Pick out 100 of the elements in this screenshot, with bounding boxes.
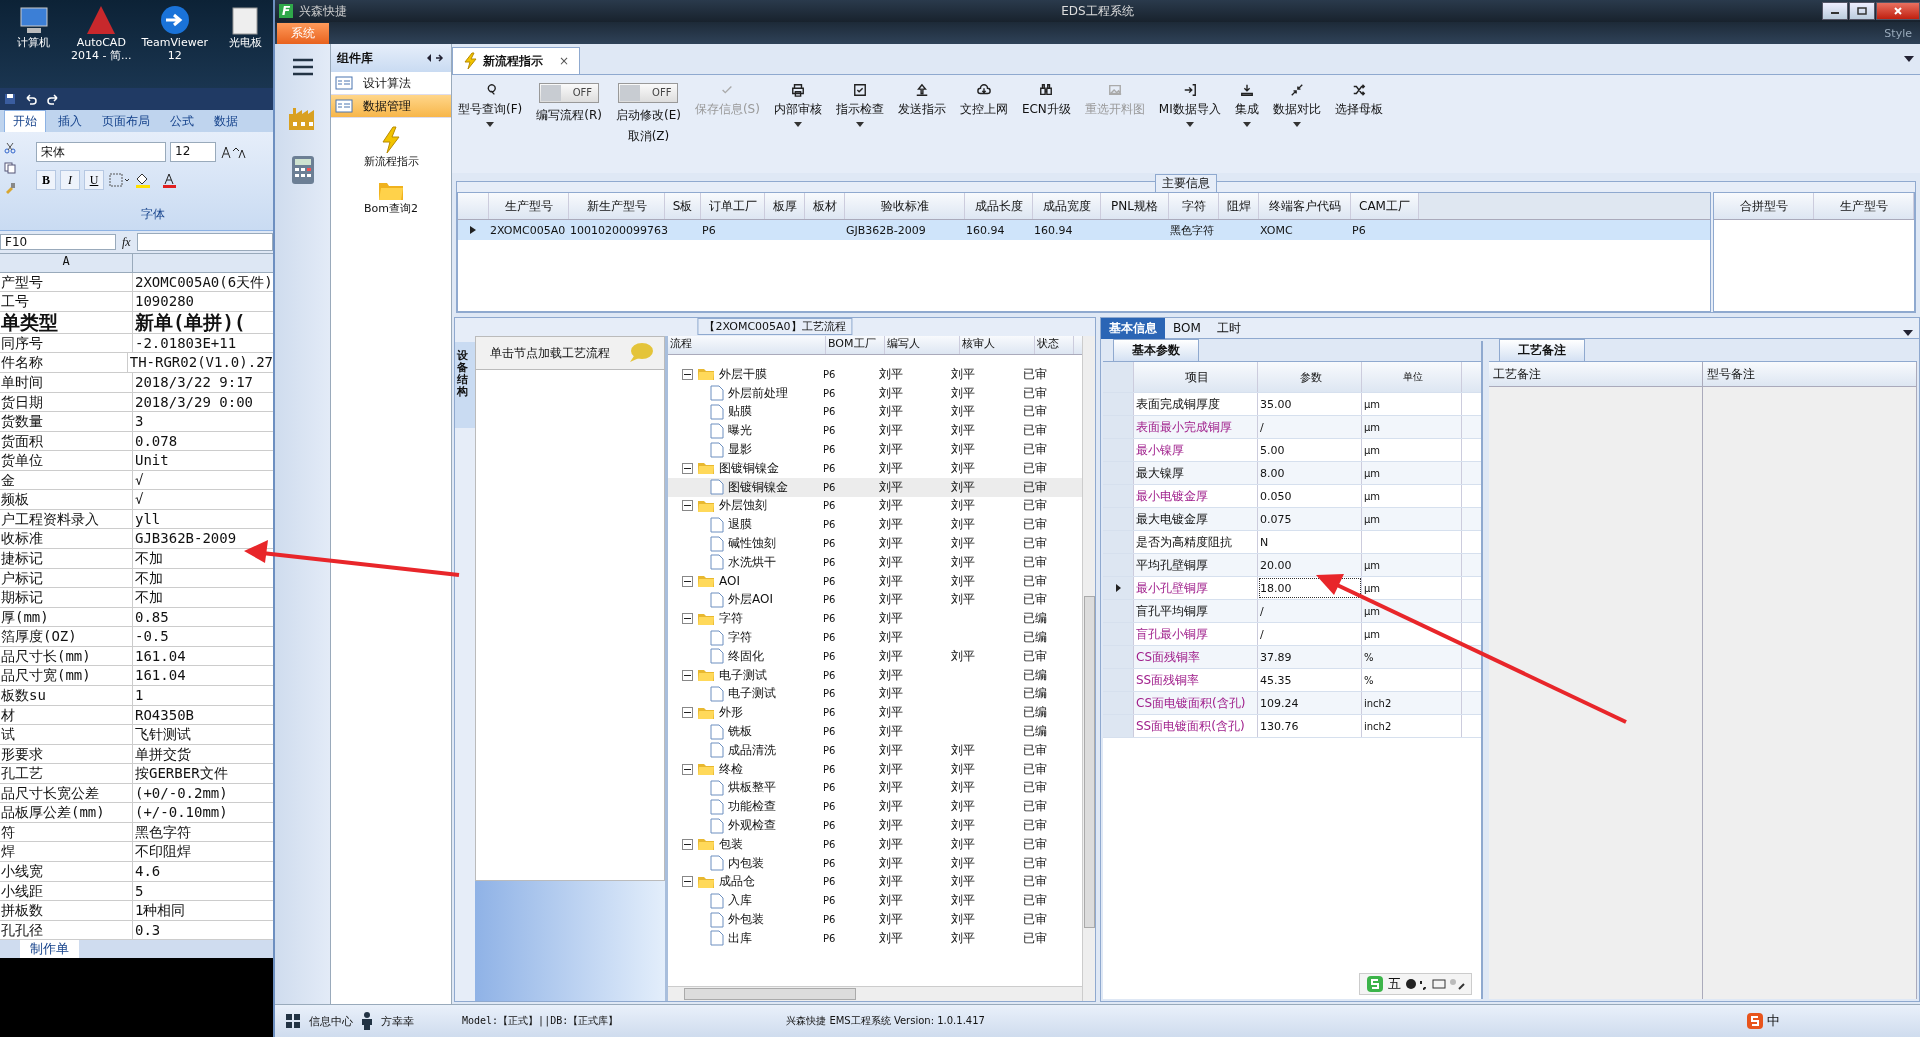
tree-row[interactable]: 终固化 P6 刘平 刘平 已审: [668, 646, 1082, 666]
table-row[interactable]: 2XOMC005A0 10010200099763 P6 GJB362B-2009 160.94 160.94 黑色字符 XOMC P6: [458, 220, 1710, 240]
column-header[interactable]: 型号备注: [1703, 362, 1916, 387]
expand-toggle[interactable]: [682, 500, 693, 512]
scrollbar-thumb[interactable]: [684, 988, 856, 1000]
save-icon[interactable]: [4, 93, 16, 105]
menu-icon[interactable]: [291, 58, 314, 76]
brush-icon[interactable]: [4, 182, 16, 194]
column-header[interactable]: 状态: [1035, 336, 1074, 354]
table-cell[interactable]: 8.00: [1258, 462, 1362, 484]
table-cell[interactable]: 35.00: [1258, 393, 1362, 415]
tree-row[interactable]: 包装 P6 刘平 刘平 已审: [668, 834, 1082, 854]
column-header[interactable]: 生产型号: [489, 193, 569, 219]
scrollbar-thumb[interactable]: [1084, 596, 1095, 928]
tree-row[interactable]: 入库 P6 刘平 刘平 已审: [668, 891, 1082, 911]
column-header[interactable]: 项目: [1134, 362, 1258, 392]
table-cell[interactable]: 5.00: [1258, 439, 1362, 461]
ribbon-tab[interactable]: 公式: [162, 111, 202, 132]
tree-row[interactable]: 显影 P6 刘平 刘平 已审: [668, 440, 1082, 459]
formula-field[interactable]: [136, 233, 273, 251]
tree-row[interactable]: 成品仓 P6 刘平 刘平 已审: [668, 872, 1082, 892]
expand-toggle[interactable]: [682, 763, 693, 775]
ribbon-tab[interactable]: 数据: [206, 111, 246, 132]
expand-toggle[interactable]: [682, 838, 693, 850]
tree-row[interactable]: 出库 P6 刘平 刘平 已审: [668, 928, 1082, 948]
column-header[interactable]: 核审人: [960, 336, 1035, 354]
format-button[interactable]: B: [36, 170, 56, 190]
column-header[interactable]: 编写人: [885, 336, 960, 354]
tree-row[interactable]: 水洗烘干 P6 刘平 刘平 已审: [668, 552, 1082, 572]
tree-row[interactable]: AOI P6 刘平 刘平 已审: [668, 571, 1082, 591]
tree-row[interactable]: 外层蚀刻 P6 刘平 刘平 已审: [668, 496, 1082, 516]
style-menu[interactable]: Style: [1884, 26, 1920, 40]
ribbon-tab[interactable]: 插入: [50, 111, 90, 132]
column-header[interactable]: 板厚: [765, 193, 805, 219]
expand-toggle[interactable]: [682, 575, 693, 587]
sheet-tab[interactable]: 制作单: [20, 940, 79, 958]
ime-icon[interactable]: [1747, 1013, 1763, 1029]
font-name-field[interactable]: 宋体: [36, 142, 166, 162]
maximize-button[interactable]: [1849, 2, 1875, 20]
section-tab[interactable]: 工艺备注: [1499, 339, 1585, 361]
close-tab-button[interactable]: ×: [559, 54, 570, 68]
dropdown-icon[interactable]: [1904, 56, 1914, 62]
toolbar-button[interactable]: ECN升级: [1021, 83, 1071, 118]
tree-row[interactable]: 外包装 P6 刘平 刘平 已审: [668, 910, 1082, 929]
tree-row[interactable]: 图镀铜镍金 P6 刘平 刘平 已审: [668, 477, 1082, 497]
side-tab[interactable]: 设备结构: [455, 342, 475, 428]
expand-toggle[interactable]: [682, 669, 693, 681]
format-button[interactable]: I: [60, 170, 80, 190]
tree-row[interactable]: 曝光 P6 刘平 刘平 已审: [668, 421, 1082, 441]
tool-item[interactable]: 新流程指示: [363, 126, 419, 169]
format-button[interactable]: U: [84, 170, 104, 190]
detail-tab[interactable]: 基本信息: [1101, 317, 1165, 339]
scissors-icon[interactable]: [4, 142, 16, 154]
tree-row[interactable]: 外层干膜 P6 刘平 刘平 已审: [668, 365, 1082, 384]
grid-icon[interactable]: [285, 1013, 301, 1029]
name-box[interactable]: F10: [0, 234, 116, 250]
column-header[interactable]: 阻焊: [1219, 193, 1259, 219]
tree-row[interactable]: 终检 P6 刘平 刘平 已审: [668, 759, 1082, 779]
column-header[interactable]: 新生产型号: [569, 193, 665, 219]
tree-row[interactable]: 烘板整平 P6 刘平 刘平 已审: [668, 778, 1082, 798]
row-indicator[interactable]: [1103, 577, 1134, 599]
dropdown-icon[interactable]: [1903, 330, 1913, 336]
column-header[interactable]: 字符: [1169, 193, 1219, 219]
column-header[interactable]: 生产型号: [1814, 193, 1914, 219]
table-cell[interactable]: /: [1258, 416, 1362, 438]
table-cell[interactable]: /: [1258, 600, 1362, 622]
tool-item[interactable]: Bom查询2: [364, 179, 418, 216]
library-item[interactable]: 数据管理: [331, 95, 451, 118]
collapse-icon[interactable]: [425, 52, 445, 64]
column-header[interactable]: 订单工厂: [701, 193, 765, 219]
toolbar-button[interactable]: MI数据导入: [1158, 83, 1221, 127]
redo-icon[interactable]: [46, 93, 60, 105]
expand-toggle[interactable]: [682, 462, 693, 474]
column-header[interactable]: 验收标准: [845, 193, 965, 219]
column-header[interactable]: 成品长度: [965, 193, 1033, 219]
toolbar-button[interactable]: 内部审核: [773, 83, 822, 127]
column-header[interactable]: 流程: [668, 336, 826, 354]
function-button[interactable]: fx: [122, 234, 131, 250]
table-cell[interactable]: /: [1258, 623, 1362, 645]
tree-row[interactable]: 字符 P6 刘平 已编: [668, 628, 1082, 647]
toolbar-button[interactable]: 指示检查: [835, 83, 884, 127]
minimize-button[interactable]: [1822, 2, 1848, 20]
toolbar-button[interactable]: 文控上网: [959, 83, 1008, 118]
column-header[interactable]: S板: [665, 193, 701, 219]
toggle-switch[interactable]: OFF: [618, 83, 679, 103]
tree-row[interactable]: 外层AOI P6 刘平 刘平 已审: [668, 590, 1082, 610]
tree-row[interactable]: 铣板 P6 刘平 已编: [668, 722, 1082, 741]
column-header[interactable]: 单位: [1362, 362, 1462, 392]
tree-row[interactable]: 外层前处理 P6 刘平 刘平 已审: [668, 383, 1082, 403]
column-header[interactable]: 成品宽度: [1033, 193, 1101, 219]
ribbon-tab[interactable]: 页面布局: [94, 111, 158, 132]
tree-row[interactable]: 功能检查 P6 刘平 刘平 已审: [668, 797, 1082, 817]
tree-row[interactable]: 外形 P6 刘平 已编: [668, 703, 1082, 723]
tree-row[interactable]: 碱性蚀刻 P6 刘平 刘平 已审: [668, 534, 1082, 553]
tree-row[interactable]: 图镀铜镍金 P6 刘平 刘平 已审: [668, 459, 1082, 478]
tree-row[interactable]: 字符 P6 刘平 已编: [668, 609, 1082, 629]
status-link[interactable]: 信息中心: [309, 1013, 353, 1029]
tree-row[interactable]: 贴膜 P6 刘平 刘平 已审: [668, 402, 1082, 422]
expand-toggle[interactable]: [682, 613, 693, 625]
toolbar-button[interactable]: 发送指示: [897, 83, 946, 118]
